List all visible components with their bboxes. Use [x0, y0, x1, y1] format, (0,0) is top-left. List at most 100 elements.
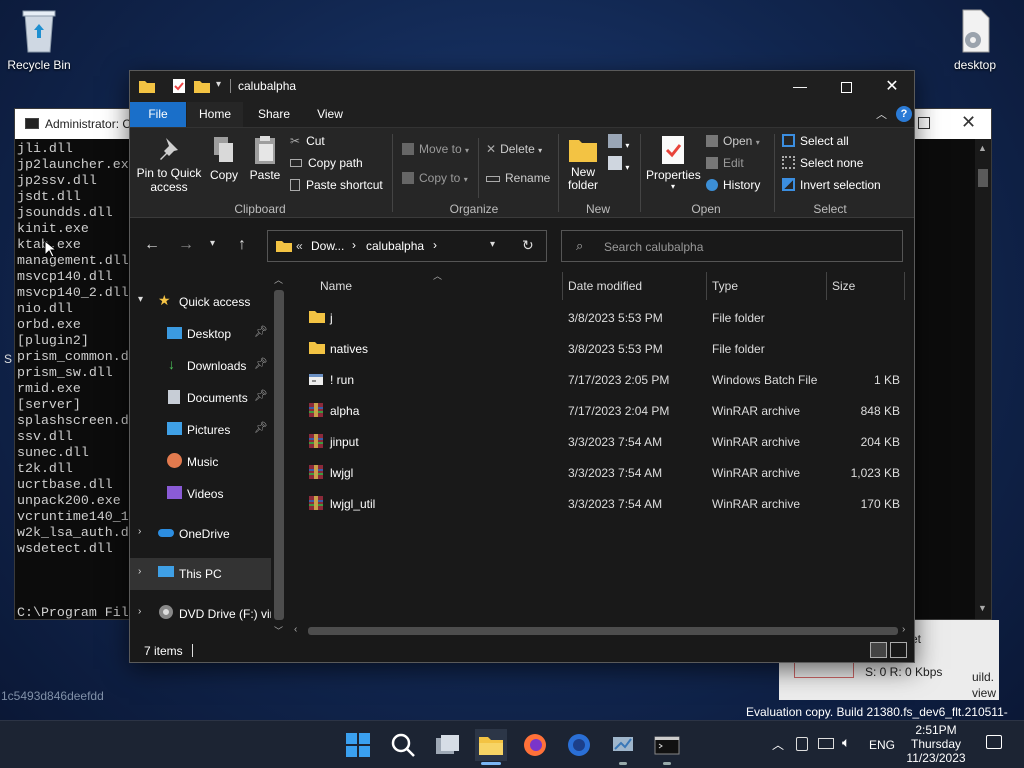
details-view-button[interactable]: [870, 642, 887, 658]
collapse-ribbon-icon[interactable]: ︿: [876, 106, 887, 122]
scroll-up-icon[interactable]: ▲: [978, 143, 987, 153]
notifications-icon[interactable]: [986, 735, 1002, 749]
firefox-taskbar-button[interactable]: [519, 729, 551, 761]
explorer-titlebar[interactable]: ▾ calubalpha — ✕: [130, 71, 914, 102]
console-scrollbar[interactable]: ▲ ▼: [975, 139, 991, 619]
tab-share[interactable]: Share: [246, 102, 302, 127]
file-row[interactable]: ! run 7/17/2023 2:05 PM Windows Batch File…: [290, 364, 914, 395]
explorer-window[interactable]: ▾ calubalpha — ✕ File Home Share View ︿ …: [129, 70, 915, 663]
network-app-taskbar-button[interactable]: [607, 729, 639, 765]
start-button[interactable]: [342, 729, 374, 761]
nav-item-desktop[interactable]: Desktop 📌︎: [130, 318, 287, 350]
scroll-down-icon[interactable]: ▼: [978, 603, 987, 613]
file-row[interactable]: j 3/8/2023 5:53 PM File folder: [290, 302, 914, 333]
delete-button[interactable]: ✕ Delete ▾: [486, 142, 542, 156]
scroll-thumb[interactable]: [308, 627, 898, 635]
copy-to-button[interactable]: Copy to ▾: [402, 171, 468, 185]
new-folder-quick-icon[interactable]: [193, 78, 211, 97]
scroll-up-icon[interactable]: ︿: [274, 273, 283, 286]
device-icon[interactable]: [796, 737, 808, 751]
browser-taskbar-button[interactable]: [563, 729, 595, 761]
edit-button[interactable]: Edit: [706, 156, 744, 170]
properties-button[interactable]: Properties ▾: [646, 134, 701, 191]
paste-button[interactable]: Paste: [247, 134, 283, 182]
breadcrumb-downloads[interactable]: Dow...: [311, 239, 344, 253]
recent-locations-icon[interactable]: ▾: [210, 238, 215, 249]
expand-chevron-icon[interactable]: ›: [138, 606, 141, 617]
nav-item-dvd-drive[interactable]: › DVD Drive (F:) vir: [130, 598, 287, 630]
column-divider[interactable]: [706, 272, 707, 300]
refresh-icon[interactable]: ↻: [522, 237, 534, 254]
nav-item-videos[interactable]: Videos: [130, 478, 287, 510]
close-button[interactable]: ✕: [869, 71, 915, 102]
easy-access-button[interactable]: ▾: [608, 156, 629, 173]
column-divider[interactable]: [826, 272, 827, 300]
address-history-dropdown-icon[interactable]: ▾: [490, 239, 495, 250]
maximize-button[interactable]: [823, 71, 869, 102]
pin-quick-access-button[interactable]: Pin to Quick access: [136, 134, 202, 194]
terminal-taskbar-button[interactable]: [651, 729, 683, 765]
properties-quick-icon[interactable]: [172, 78, 186, 97]
desktop-file-shortcut[interactable]: desktop: [940, 8, 1010, 72]
nav-item-quick-access[interactable]: ▾ ★ Quick access: [130, 286, 287, 318]
taskbar-search-button[interactable]: [387, 729, 419, 761]
select-all-button[interactable]: Select all: [782, 134, 849, 148]
scroll-thumb[interactable]: [978, 169, 988, 187]
nav-item-onedrive[interactable]: › OneDrive: [130, 518, 287, 550]
column-divider[interactable]: [562, 272, 563, 300]
nav-item-downloads[interactable]: ↓ Downloads 📌︎: [130, 350, 287, 382]
language-indicator[interactable]: ENG: [869, 738, 895, 752]
pin-icon[interactable]: 📌︎: [254, 389, 268, 402]
column-header-name[interactable]: Name: [320, 272, 352, 300]
task-view-button[interactable]: [431, 729, 463, 761]
select-none-button[interactable]: Select none: [782, 156, 863, 170]
up-icon[interactable]: ↑: [238, 236, 246, 254]
expand-chevron-icon[interactable]: ›: [138, 526, 141, 537]
column-header-date[interactable]: Date modified: [568, 272, 642, 300]
horizontal-scrollbar[interactable]: ‹ ›: [290, 622, 914, 639]
forward-icon[interactable]: →: [178, 236, 194, 254]
maximize-icon[interactable]: [918, 117, 930, 129]
address-prefix[interactable]: «: [296, 239, 303, 253]
column-header-type[interactable]: Type: [712, 272, 738, 300]
history-button[interactable]: History: [706, 178, 760, 192]
pin-icon[interactable]: 📌︎: [254, 421, 268, 434]
network-icon[interactable]: [818, 738, 834, 749]
column-header-size[interactable]: Size: [832, 272, 855, 300]
file-row[interactable]: alpha 7/17/2023 2:04 PM WinRAR archive 848 …: [290, 395, 914, 426]
copy-path-button[interactable]: Copy path: [290, 156, 363, 170]
tab-home[interactable]: Home: [187, 102, 243, 127]
address-bar[interactable]: « Dow... › calubalpha › ▾ ↻: [267, 230, 547, 262]
file-row[interactable]: lwjgl_util 3/3/2023 7:54 AM WinRAR archive…: [290, 488, 914, 519]
rename-button[interactable]: Rename: [486, 171, 550, 185]
invert-selection-button[interactable]: Invert selection: [782, 178, 881, 192]
expand-chevron-icon[interactable]: ›: [138, 566, 141, 577]
nav-pane-scrollbar[interactable]: ︿ ﹀: [271, 272, 287, 639]
recycle-bin-shortcut[interactable]: Recycle Bin: [4, 8, 74, 72]
new-folder-button[interactable]: New folder: [564, 134, 602, 192]
pin-icon[interactable]: 📌︎: [254, 357, 268, 370]
customize-toolbar-icon[interactable]: ▾: [216, 79, 221, 90]
file-row[interactable]: natives 3/8/2023 5:53 PM File folder: [290, 333, 914, 364]
clock[interactable]: 2:51PM Thursday 11/23/2023: [900, 723, 972, 765]
copy-button[interactable]: Copy: [207, 134, 241, 182]
pin-icon[interactable]: 📌︎: [254, 325, 268, 338]
close-icon[interactable]: ✕: [961, 112, 976, 133]
show-hidden-icons-icon[interactable]: ︿: [772, 736, 784, 753]
new-item-button[interactable]: ▾: [608, 134, 629, 151]
nav-item-pictures[interactable]: Pictures 📌︎: [130, 414, 287, 446]
tab-file[interactable]: File: [130, 102, 186, 127]
nav-item-this-pc[interactable]: › This PC: [130, 558, 287, 590]
nav-item-documents[interactable]: Documents 📌︎: [130, 382, 287, 414]
file-explorer-taskbar-button[interactable]: [475, 729, 507, 765]
expand-chevron-icon[interactable]: ▾: [138, 294, 143, 305]
back-icon[interactable]: ←: [144, 236, 160, 254]
column-divider[interactable]: [904, 272, 905, 300]
paste-shortcut-button[interactable]: Paste shortcut: [290, 178, 383, 192]
cut-button[interactable]: ✂ Cut: [290, 134, 325, 148]
nav-item-music[interactable]: Music: [130, 446, 287, 478]
scroll-down-icon[interactable]: ﹀: [274, 624, 283, 637]
help-icon[interactable]: ?: [896, 106, 912, 122]
tab-view[interactable]: View: [302, 102, 358, 127]
scroll-left-icon[interactable]: ‹: [294, 624, 297, 635]
